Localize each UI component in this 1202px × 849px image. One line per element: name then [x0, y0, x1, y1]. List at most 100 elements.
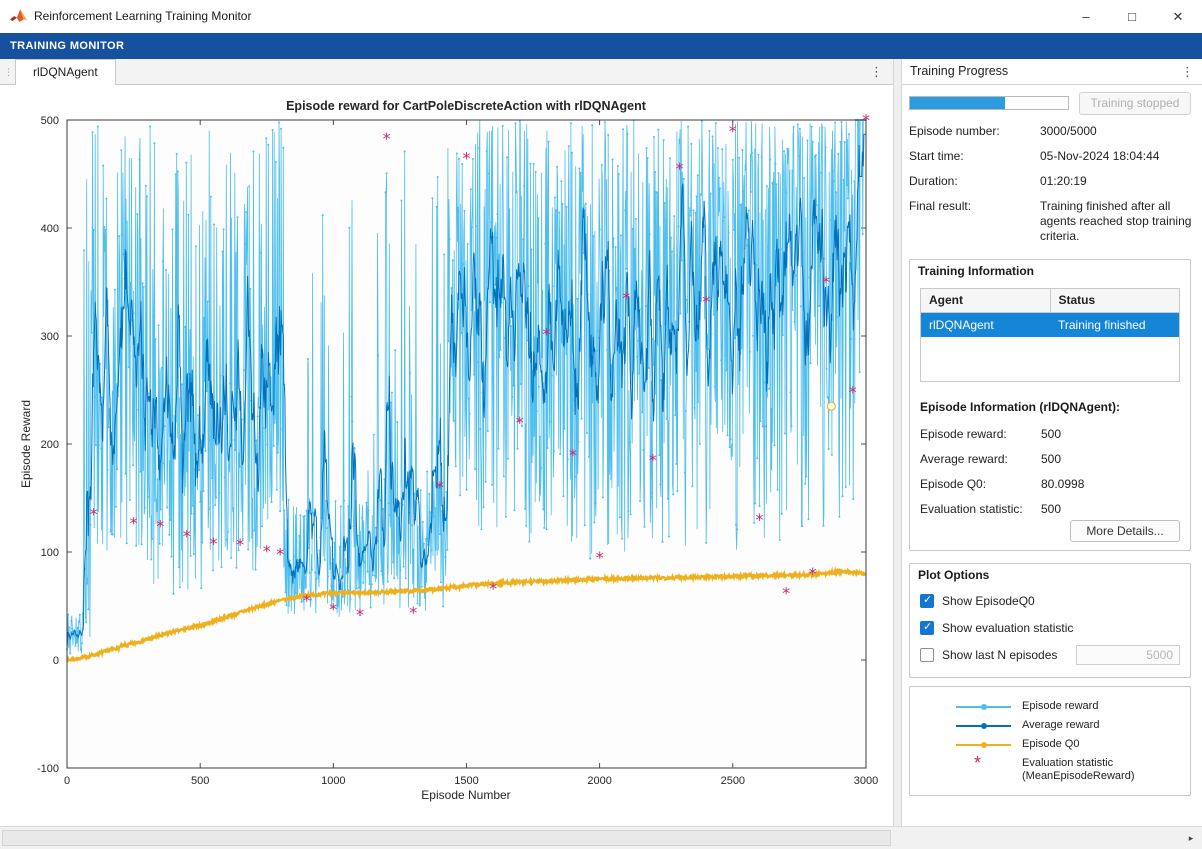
progress-fill — [910, 97, 1005, 109]
svg-text:0: 0 — [53, 655, 59, 667]
legend-dot-icon — [981, 742, 987, 748]
svg-text:*: * — [356, 605, 364, 624]
checkbox-show-episodeq0[interactable] — [920, 594, 934, 608]
svg-text:*: * — [569, 445, 577, 464]
svg-text:*: * — [489, 579, 497, 598]
svg-text:*: * — [849, 383, 857, 402]
svg-text:*: * — [303, 591, 311, 610]
chart-area: -100010020030040050005001000150020002500… — [0, 85, 893, 826]
svg-text:*: * — [702, 292, 710, 311]
episode-reward-label: Episode reward: — [920, 427, 1007, 441]
svg-text:0: 0 — [64, 775, 70, 787]
svg-text:*: * — [409, 603, 417, 622]
svg-text:*: * — [90, 505, 98, 524]
legend-item-episode-q0: Episode Q0 — [910, 737, 1190, 753]
maximize-button[interactable]: □ — [1109, 0, 1155, 33]
svg-text:*: * — [542, 324, 550, 343]
legend-label: Evaluation statistic — [1022, 757, 1113, 769]
svg-text:*: * — [236, 535, 244, 554]
table-header-agent[interactable]: Agent — [921, 289, 1051, 312]
legend-line-episode-q0-icon — [956, 744, 1011, 746]
svg-text:2500: 2500 — [721, 775, 745, 787]
legend-line-episode-reward-icon — [956, 706, 1011, 708]
checkbox-show-episodeq0-label: Show EpisodeQ0 — [942, 594, 1035, 608]
y-axis-label: Episode Reward — [19, 400, 33, 488]
checkbox-show-evaluation-statistic[interactable] — [920, 621, 934, 635]
minimize-button[interactable]: – — [1063, 0, 1109, 33]
plot-options-title: Plot Options — [918, 568, 989, 582]
legend-asterisk-icon: * — [974, 753, 981, 774]
svg-text:*: * — [263, 541, 271, 560]
average-reward-value: 500 — [1041, 452, 1061, 466]
tab-label: rlDQNAgent — [33, 65, 98, 79]
svg-text:300: 300 — [41, 331, 59, 343]
checkbox-show-last-n-episodes-label: Show last N episodes — [942, 648, 1057, 662]
svg-text:*: * — [729, 121, 737, 140]
option-row: Show EpisodeQ0 — [910, 594, 1190, 610]
svg-text:1500: 1500 — [454, 775, 478, 787]
tab-rldqnagent[interactable]: rlDQNAgent — [15, 59, 116, 85]
legend-item-average-reward: Average reward — [910, 718, 1190, 734]
training-progress-bar — [909, 96, 1069, 110]
average-reward-label: Average reward: — [920, 452, 1008, 466]
svg-text:*: * — [436, 478, 444, 497]
agent-status-table: Agent Status rlDQNAgent Training finishe… — [920, 288, 1180, 382]
panel-title: Training Progress — [910, 59, 1008, 84]
panel-header: Training Progress ⋮ — [902, 59, 1202, 85]
training-stopped-button[interactable]: Training stopped — [1079, 92, 1191, 115]
svg-text:*: * — [622, 289, 630, 308]
table-header-status[interactable]: Status — [1051, 289, 1180, 312]
svg-text:*: * — [156, 517, 164, 536]
chart-legend-box: Episode reward Average reward Episode Q0… — [909, 686, 1191, 796]
final-result-value: Training finished after all agents reach… — [1040, 199, 1192, 244]
svg-text:*: * — [383, 129, 391, 148]
svg-text:*: * — [649, 451, 657, 470]
toolstrip-tab-training-monitor[interactable]: TRAINING MONITOR — [0, 33, 134, 59]
svg-text:200: 200 — [41, 439, 59, 451]
svg-text:500: 500 — [41, 115, 59, 127]
svg-text:-100: -100 — [37, 763, 59, 775]
close-button[interactable]: ✕ — [1155, 0, 1201, 33]
svg-text:3000: 3000 — [854, 775, 878, 787]
more-details-button[interactable]: More Details... — [1070, 520, 1180, 542]
svg-text:*: * — [183, 526, 191, 545]
svg-text:*: * — [276, 545, 284, 564]
evaluation-statistic-value: 500 — [1041, 502, 1061, 516]
svg-text:500: 500 — [191, 775, 209, 787]
option-row: Show evaluation statistic — [910, 621, 1190, 637]
svg-text:*: * — [210, 534, 218, 553]
plot-options-box: Plot Options Show EpisodeQ0 Show evaluat… — [909, 563, 1191, 678]
titlebar: Reinforcement Learning Training Monitor … — [0, 0, 1202, 33]
svg-text:*: * — [463, 148, 471, 167]
episode-information-title: Episode Information (rlDQNAgent): — [920, 400, 1120, 414]
svg-text:*: * — [809, 564, 817, 583]
legend-dot-icon — [981, 704, 987, 710]
episode-number-value: 3000/5000 — [1040, 124, 1192, 139]
svg-text:*: * — [130, 513, 138, 532]
svg-text:*: * — [782, 584, 790, 603]
last-n-episodes-input[interactable] — [1076, 645, 1180, 665]
svg-text:400: 400 — [41, 223, 59, 235]
svg-text:*: * — [596, 548, 604, 567]
document-tab-bar: ⋮⋮ rlDQNAgent ⋮ — [0, 59, 893, 85]
app-window: Reinforcement Learning Training Monitor … — [0, 0, 1202, 849]
toolstrip: TRAINING MONITOR — [0, 33, 1202, 59]
training-information-box: Training Information Agent Status rlDQNA… — [909, 259, 1191, 551]
start-time-label: Start time: — [909, 149, 964, 163]
table-header-row: Agent Status — [921, 289, 1179, 313]
x-axis-label: Episode Number — [421, 788, 510, 802]
training-information-title: Training Information — [918, 264, 1034, 278]
chart-pane-menu-icon[interactable]: ⋮ — [870, 59, 883, 85]
legend-item-episode-reward: Episode reward — [910, 699, 1190, 715]
table-row[interactable]: rlDQNAgent Training finished — [921, 313, 1179, 337]
legend-dot-icon — [981, 723, 987, 729]
chart-pane: ⋮⋮ rlDQNAgent ⋮ -10001002003004005000500… — [0, 59, 893, 826]
training-progress-panel: Training Progress ⋮ Training stopped Epi… — [902, 59, 1202, 826]
horizontal-scrollbar-thumb[interactable] — [2, 830, 891, 846]
pane-divider[interactable] — [893, 59, 902, 826]
agent-cell: rlDQNAgent — [921, 313, 1050, 337]
panel-menu-icon[interactable]: ⋮ — [1181, 59, 1194, 84]
scroll-right-icon[interactable]: ▸ — [1183, 830, 1199, 846]
checkbox-show-last-n-episodes[interactable] — [920, 648, 934, 662]
legend-label: Average reward — [1022, 719, 1099, 731]
